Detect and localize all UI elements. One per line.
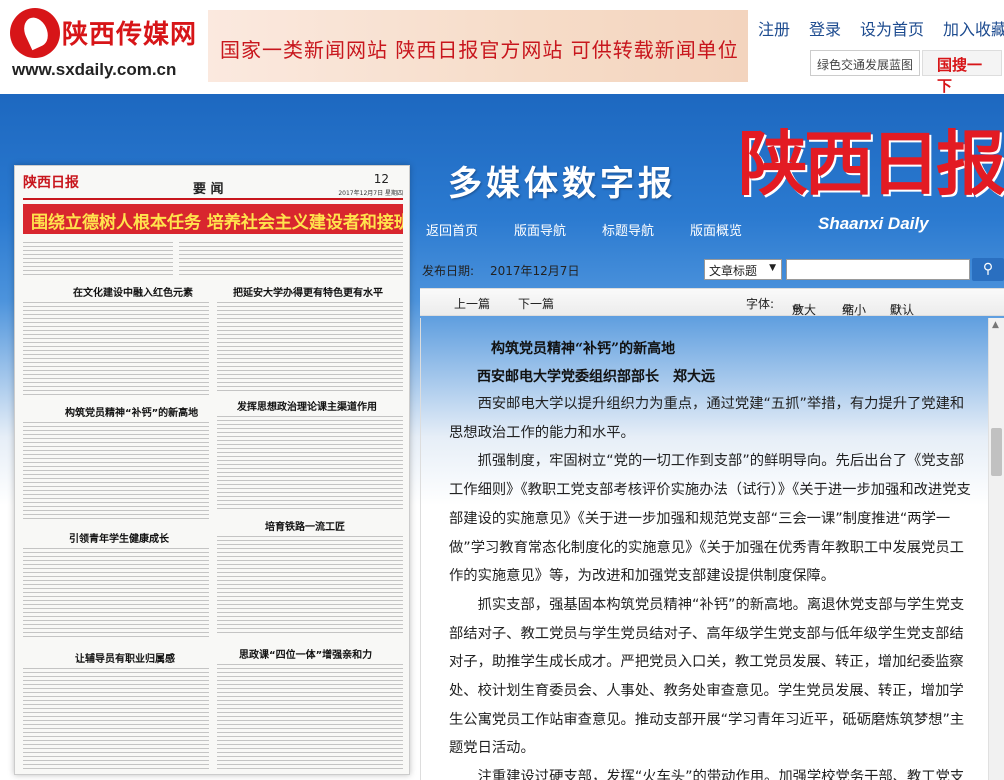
- paper-date: 2017年12月7日 星期四: [338, 190, 403, 197]
- minus-circle-icon: ⊖: [842, 301, 853, 315]
- article-paragraph: 西安邮电大学以提升组织力为重点，通过党建“五抓”举措，有力提升了党建和思想政治工…: [449, 396, 965, 441]
- text-block: [179, 242, 403, 278]
- search-type-value: 文章标题: [709, 264, 758, 278]
- text-block: [217, 302, 403, 392]
- site-search-input[interactable]: 绿色交通发展蓝图: [810, 50, 920, 76]
- top-bar: 陕西传媒网 www.sxdaily.com.cn 国家一类新闻网站 陕西日报官方…: [0, 0, 1004, 95]
- nav-page-nav[interactable]: 版面导航: [514, 220, 566, 239]
- plus-circle-icon: ⊕: [792, 301, 803, 315]
- text-block: [23, 548, 209, 640]
- paper-logo: 陕西日报: [23, 175, 79, 191]
- article-paragraph: 抓强制度，牢固树立“党的一切工作到支部”的鲜明导向。先后出台了《党支部工作细则》…: [449, 453, 971, 585]
- article-title: 构筑党员精神“补钙”的新高地: [491, 341, 676, 357]
- text-block: [23, 242, 173, 278]
- text-block: [23, 422, 209, 520]
- paper-article-6[interactable]: 引领青年学生健康成长: [69, 530, 169, 545]
- prev-article-link[interactable]: 上一篇: [454, 295, 490, 312]
- article-toolbar: 上一篇 下一篇 字体: 放大 ⊕ 缩小 ⊖ 默认 ○: [420, 288, 1004, 317]
- article-paragraph: 注重建设过硬支部，发挥“火车头”的带动作用。加强学校党务干部、教工党支: [477, 769, 965, 780]
- nav-title-nav[interactable]: 标题导航: [602, 220, 654, 239]
- text-block: [217, 416, 403, 512]
- newspaper-page[interactable]: 陕西日报 要 闻 12 2017年12月7日 星期四 围绕立德树人根本任务 培养…: [14, 165, 410, 775]
- font-label: 字体:: [746, 297, 775, 311]
- paper-article-3[interactable]: 构筑党员精神“补钙”的新高地: [65, 404, 198, 419]
- article-scrollbar[interactable]: ▲: [988, 318, 1004, 780]
- top-banner[interactable]: 国家一类新闻网站 陕西日报官方网站 可供转载新闻单位: [208, 10, 748, 82]
- hero-title: 多媒体数字报: [448, 164, 676, 204]
- article-content: 构筑党员精神“补钙”的新高地 西安邮电大学党委组织部部长 郑大远 西安邮电大学以…: [420, 318, 988, 780]
- add-favorite-link[interactable]: 加入收藏: [943, 16, 1004, 40]
- text-block: [23, 668, 209, 770]
- logo-mark-icon: [10, 8, 60, 58]
- paper-article-2[interactable]: 把延安大学办得更有特色更有水平: [233, 284, 383, 299]
- login-link[interactable]: 登录: [809, 16, 841, 40]
- search-icon[interactable]: ⚲: [972, 258, 1004, 281]
- register-link[interactable]: 注册: [758, 16, 790, 40]
- paper-page-number: 12: [373, 172, 389, 186]
- paper-article-5[interactable]: 培育铁路一流工匠: [265, 518, 345, 533]
- paper-header: 陕西日报 要 闻 12 2017年12月7日 星期四: [23, 172, 403, 200]
- logo-name: 陕西传媒网: [62, 20, 198, 50]
- paper-article-8[interactable]: 让辅导员有职业归属感: [75, 650, 175, 665]
- nav-page-overview[interactable]: 版面概览: [690, 220, 742, 239]
- brand-logo: 陕西日报: [738, 122, 1004, 205]
- paper-section: 要 闻: [193, 182, 224, 197]
- paper-headline[interactable]: 围绕立德树人根本任务 培养社会主义建设者和接班人: [23, 204, 403, 234]
- main-nav: 返回首页 版面导航 标题导航 版面概览: [426, 220, 778, 239]
- paper-article-4[interactable]: 发挥思想政治理论课主渠道作用: [237, 398, 377, 413]
- nav-home[interactable]: 返回首页: [426, 220, 478, 239]
- scroll-thumb[interactable]: [991, 428, 1002, 476]
- banner-text: 国家一类新闻网站 陕西日报官方网站 可供转载新闻单位: [220, 38, 739, 62]
- publish-date-label: 发布日期:: [422, 264, 475, 278]
- article-paragraph: 抓实支部，强基固本构筑党员精神“补钙”的新高地。离退休党支部与学生党支部结对子、…: [449, 596, 965, 757]
- brand-logo-en: Shaanxi Daily: [818, 214, 929, 233]
- text-block: [23, 302, 209, 396]
- text-block: [217, 536, 403, 636]
- scroll-up-icon[interactable]: ▲: [992, 320, 999, 330]
- next-article-link[interactable]: 下一篇: [518, 295, 554, 312]
- article-search-input[interactable]: [786, 259, 970, 280]
- search-type-select[interactable]: 文章标题 ▼: [704, 259, 782, 280]
- paper-article-1[interactable]: 在文化建设中融入红色元素: [73, 284, 193, 299]
- article-author: 西安邮电大学党委组织部部长 郑大远: [477, 369, 715, 385]
- publish-date: 2017年12月7日: [490, 264, 580, 278]
- text-block: [217, 664, 403, 770]
- paper-article-7[interactable]: 思政课“四位一体”增强亲和力: [239, 646, 372, 661]
- chevron-down-icon: ▼: [769, 263, 776, 273]
- circle-icon: ○: [890, 301, 901, 315]
- article-body: 西安邮电大学以提升组织力为重点，通过党建“五抓”举措，有力提升了党建和思想政治工…: [449, 390, 973, 780]
- logo-url: www.sxdaily.com.cn: [12, 60, 177, 79]
- site-search-button[interactable]: 国搜一下: [922, 50, 1002, 95]
- top-links: 注册 登录 设为首页 加入收藏: [758, 16, 1004, 40]
- site-logo[interactable]: 陕西传媒网 www.sxdaily.com.cn: [10, 8, 200, 88]
- meta-row: 发布日期: 2017年12月7日 文章标题 ▼ ⚲: [420, 256, 1004, 286]
- set-homepage-link[interactable]: 设为首页: [860, 16, 924, 40]
